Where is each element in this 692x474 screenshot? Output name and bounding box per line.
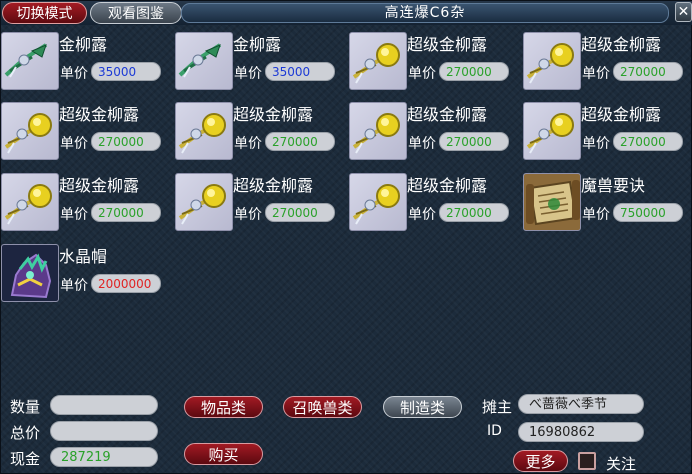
id-label: ID xyxy=(487,423,502,439)
price-value: 270000 xyxy=(613,62,683,81)
item-name: 金柳露 xyxy=(233,35,282,54)
item-cell[interactable]: 魔兽要诀单价 750000 xyxy=(523,171,692,235)
price-label: 单价 xyxy=(60,207,88,223)
price-value: 270000 xyxy=(91,203,161,222)
window-title: 高连爆C6杂 xyxy=(384,5,466,21)
item-name: 超级金柳露 xyxy=(233,105,314,124)
price-label: 单价 xyxy=(408,136,436,152)
item-cell[interactable]: 超级金柳露单价 270000 xyxy=(175,171,347,235)
price-value: 270000 xyxy=(265,132,335,151)
chaoji-jinliulu-icon[interactable] xyxy=(349,32,407,90)
item-name: 超级金柳露 xyxy=(59,105,140,124)
total-price-field xyxy=(50,421,158,441)
jinliulu-icon[interactable] xyxy=(175,32,233,90)
item-name: 金柳露 xyxy=(59,35,108,54)
price-label: 单价 xyxy=(408,207,436,223)
price-value: 35000 xyxy=(91,62,161,81)
item-name: 魔兽要诀 xyxy=(581,176,646,195)
item-cell[interactable]: 超级金柳露单价 270000 xyxy=(175,100,347,164)
chaoji-jinliulu-icon[interactable] xyxy=(523,32,581,90)
buy-button[interactable]: 购买 xyxy=(184,443,263,465)
view-catalog-button[interactable]: 观看图鉴 xyxy=(90,2,182,24)
owner-label: 摊主 xyxy=(482,398,513,416)
item-cell[interactable]: 超级金柳露单价 270000 xyxy=(1,171,173,235)
cash-field: 287219 xyxy=(50,447,158,467)
item-cell[interactable]: 超级金柳露单价 270000 xyxy=(349,100,521,164)
price-label: 单价 xyxy=(582,207,610,223)
price-value: 270000 xyxy=(613,132,683,151)
item-cell[interactable]: 超级金柳露单价 270000 xyxy=(349,30,521,94)
chaoji-jinliulu-icon[interactable] xyxy=(1,173,59,231)
price-value: 750000 xyxy=(613,203,683,222)
crystal-hat-icon[interactable] xyxy=(1,244,59,302)
chaoji-jinliulu-icon[interactable] xyxy=(349,173,407,231)
item-name: 超级金柳露 xyxy=(407,176,488,195)
quantity-label: 数量 xyxy=(10,398,41,416)
tab-crafting[interactable]: 制造类 xyxy=(383,396,462,418)
scroll-icon[interactable] xyxy=(523,173,581,231)
more-button[interactable]: 更多 xyxy=(513,450,568,472)
price-label: 单价 xyxy=(408,66,436,82)
jinliulu-icon[interactable] xyxy=(1,32,59,90)
tab-items[interactable]: 物品类 xyxy=(184,396,263,418)
follow-checkbox[interactable] xyxy=(578,452,596,470)
stall-window: 切换模式 观看图鉴 高连爆C6杂 ✕ 金柳露 单价 35000 金柳露 单价 35000 超… xyxy=(0,0,692,474)
chaoji-jinliulu-icon[interactable] xyxy=(175,102,233,160)
price-value: 270000 xyxy=(439,62,509,81)
price-value: 270000 xyxy=(91,132,161,151)
total-price-label: 总价 xyxy=(10,424,41,442)
quantity-field[interactable] xyxy=(50,395,158,415)
item-name: 超级金柳露 xyxy=(581,105,662,124)
item-cell[interactable]: 金柳露单价 35000 xyxy=(1,30,173,94)
price-label: 单价 xyxy=(234,66,262,82)
item-cell[interactable]: 超级金柳露单价 270000 xyxy=(523,30,692,94)
item-cell[interactable]: 超级金柳露单价 270000 xyxy=(349,171,521,235)
chaoji-jinliulu-icon[interactable] xyxy=(523,102,581,160)
item-name: 超级金柳露 xyxy=(407,105,488,124)
item-name: 超级金柳露 xyxy=(233,176,314,195)
cash-label: 现金 xyxy=(10,450,41,468)
item-cell[interactable]: 超级金柳露单价 270000 xyxy=(523,100,692,164)
title-bar: 切换模式 观看图鉴 高连爆C6杂 ✕ xyxy=(1,1,692,25)
price-value: 270000 xyxy=(439,203,509,222)
price-value: 2000000 xyxy=(91,274,161,293)
price-label: 单价 xyxy=(60,136,88,152)
chaoji-jinliulu-icon[interactable] xyxy=(175,173,233,231)
close-icon: ✕ xyxy=(677,4,690,20)
price-label: 单价 xyxy=(234,136,262,152)
item-cell[interactable]: 超级金柳露单价 270000 xyxy=(1,100,173,164)
item-name: 超级金柳露 xyxy=(59,176,140,195)
price-label: 单价 xyxy=(60,278,88,294)
switch-mode-button[interactable]: 切换模式 xyxy=(2,2,87,24)
price-label: 单价 xyxy=(582,66,610,82)
tab-summons[interactable]: 召唤兽类 xyxy=(283,396,362,418)
price-label: 单价 xyxy=(582,136,610,152)
item-cell[interactable]: 水晶帽单价 2000000 xyxy=(1,242,173,306)
id-field: 16980862 xyxy=(518,422,644,442)
price-value: 270000 xyxy=(439,132,509,151)
item-name: 超级金柳露 xyxy=(581,35,662,54)
price-value: 270000 xyxy=(265,203,335,222)
owner-field: べ蔷薇べ季节 xyxy=(518,394,644,414)
chaoji-jinliulu-icon[interactable] xyxy=(349,102,407,160)
item-name: 超级金柳露 xyxy=(407,35,488,54)
item-cell[interactable]: 金柳露单价 35000 xyxy=(175,30,347,94)
price-value: 35000 xyxy=(265,62,335,81)
price-label: 单价 xyxy=(234,207,262,223)
close-button[interactable]: ✕ xyxy=(675,2,692,22)
follow-label: 关注 xyxy=(606,455,637,473)
price-label: 单价 xyxy=(60,66,88,82)
item-name: 水晶帽 xyxy=(59,247,108,266)
chaoji-jinliulu-icon[interactable] xyxy=(1,102,59,160)
